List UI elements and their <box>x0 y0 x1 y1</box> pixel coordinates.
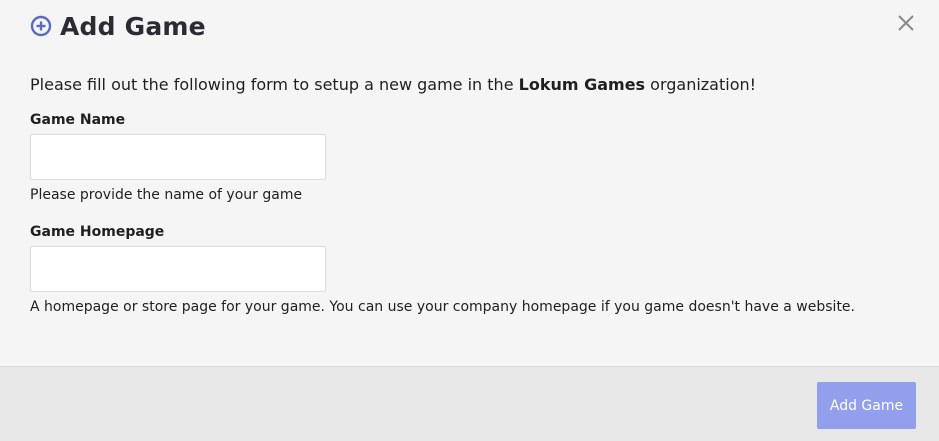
game-homepage-input[interactable] <box>30 246 326 292</box>
close-button[interactable] <box>895 14 917 36</box>
game-name-input[interactable] <box>30 134 326 180</box>
page-title: Add Game <box>60 11 206 41</box>
add-game-button[interactable]: Add Game <box>817 382 916 429</box>
intro-suffix: organization! <box>645 75 757 94</box>
add-game-modal: Add Game Please fill out the following f… <box>0 0 939 441</box>
organization-name: Lokum Games <box>518 75 646 94</box>
intro-text: Please fill out the following form to se… <box>30 75 756 94</box>
modal-footer: Add Game <box>0 366 939 441</box>
game-homepage-help: A homepage or store page for your game. … <box>30 299 855 315</box>
intro-prefix: Please fill out the following form to se… <box>30 75 519 94</box>
game-name-help: Please provide the name of your game <box>30 187 303 203</box>
game-homepage-label: Game Homepage <box>30 224 165 240</box>
plus-circle-icon <box>30 15 52 37</box>
modal-header: Add Game <box>30 8 206 44</box>
close-icon <box>897 14 915 36</box>
game-name-label: Game Name <box>30 112 126 128</box>
